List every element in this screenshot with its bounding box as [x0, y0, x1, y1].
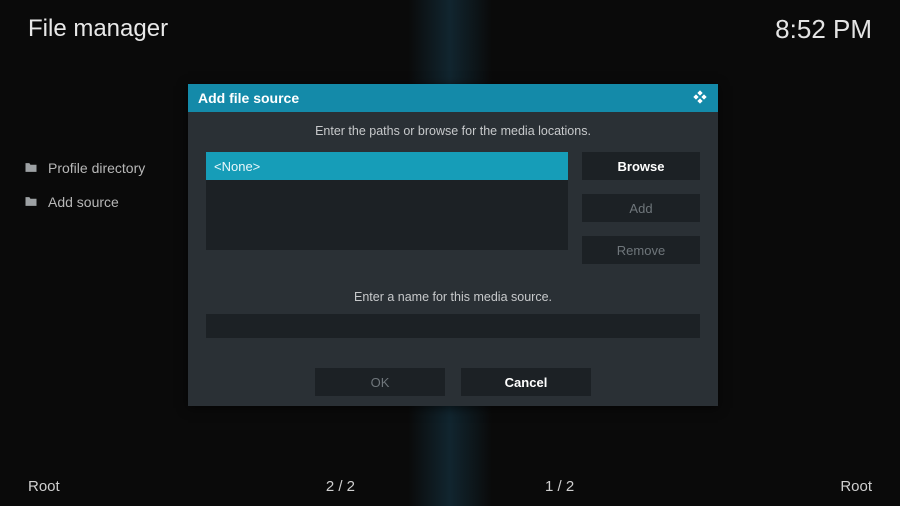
sidebar-item-label: Profile directory: [48, 160, 145, 176]
ok-button[interactable]: OK: [315, 368, 445, 396]
left-panel: Profile directory Add source: [24, 160, 184, 228]
header-bar: File manager 8:52 PM: [0, 0, 900, 58]
source-name-input[interactable]: [206, 314, 700, 338]
remove-button[interactable]: Remove: [582, 236, 700, 264]
footer-bar: Root 2 / 2 1 / 2 Root: [0, 466, 900, 506]
dialog-title-bar: Add file source: [188, 84, 718, 112]
add-file-source-dialog: Add file source Enter the paths or brows…: [188, 84, 718, 406]
footer-count-left: 2 / 2: [326, 478, 355, 495]
add-button[interactable]: Add: [582, 194, 700, 222]
sidebar-item-add-source[interactable]: Add source: [24, 194, 184, 210]
folder-icon: [24, 194, 38, 210]
name-label: Enter a name for this media source.: [206, 290, 700, 304]
cancel-button[interactable]: Cancel: [461, 368, 591, 396]
footer-root-left: Root: [28, 478, 60, 495]
browse-button[interactable]: Browse: [582, 152, 700, 180]
footer-root-right: Root: [840, 478, 872, 495]
footer-count-right: 1 / 2: [545, 478, 574, 495]
dialog-instruction: Enter the paths or browse for the media …: [206, 124, 700, 138]
paths-list[interactable]: <None>: [206, 152, 568, 250]
dialog-title: Add file source: [198, 90, 299, 106]
page-title: File manager: [28, 15, 168, 43]
folder-icon: [24, 160, 38, 176]
kodi-icon: [692, 89, 708, 108]
sidebar-item-profile-directory[interactable]: Profile directory: [24, 160, 184, 176]
clock: 8:52 PM: [775, 14, 872, 45]
path-entry[interactable]: <None>: [206, 152, 568, 180]
sidebar-item-label: Add source: [48, 194, 119, 210]
